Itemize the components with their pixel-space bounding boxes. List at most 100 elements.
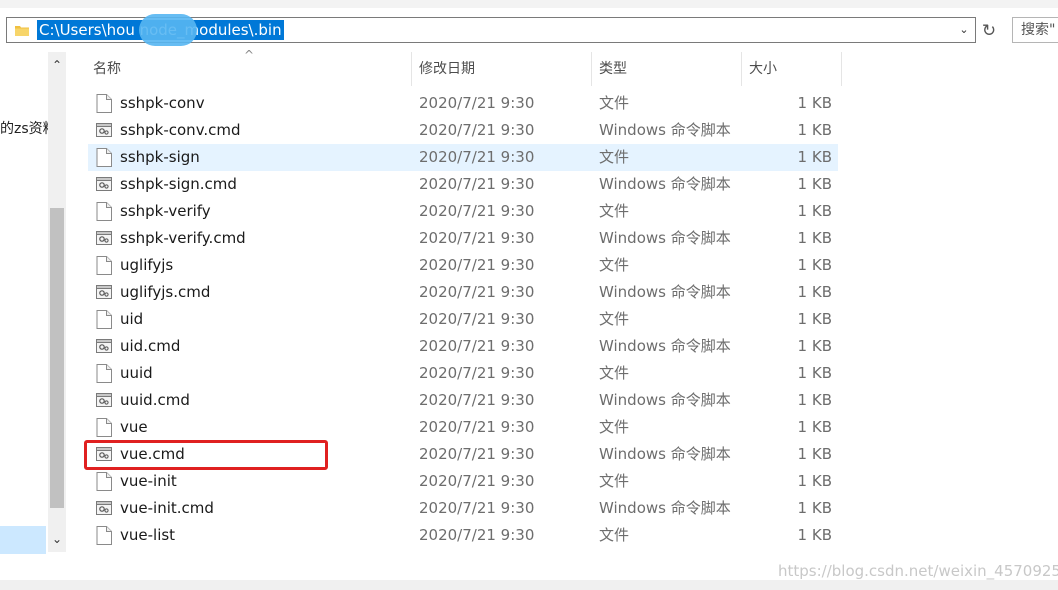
file-type: 文件 — [599, 94, 630, 112]
file-icon — [96, 364, 112, 383]
cmd-script-icon — [96, 337, 112, 356]
file-type: Windows 命令脚本 — [599, 391, 731, 409]
folder-icon — [15, 26, 29, 36]
file-row[interactable]: uuid 2020/7/21 9:30 文件 1 KB — [88, 360, 838, 387]
file-date: 2020/7/21 9:30 — [419, 202, 535, 220]
file-name[interactable]: sshpk-conv.cmd — [120, 117, 241, 144]
file-date: 2020/7/21 9:30 — [419, 256, 535, 274]
file-type: Windows 命令脚本 — [599, 499, 731, 517]
file-row[interactable]: sshpk-sign.cmd 2020/7/21 9:30 Windows 命令脚本… — [88, 171, 838, 198]
file-row[interactable]: vue-list 2020/7/21 9:30 文件 1 KB — [88, 522, 838, 549]
file-type: Windows 命令脚本 — [599, 229, 731, 247]
file-row[interactable]: vue-init 2020/7/21 9:30 文件 1 KB — [88, 468, 838, 495]
file-name[interactable]: sshpk-sign — [120, 144, 200, 171]
file-list: sshpk-conv 2020/7/21 9:30 文件 1 KB sshpk-conv… — [88, 90, 838, 549]
file-type: 文件 — [599, 202, 630, 220]
redaction-smudge — [139, 14, 197, 46]
ribbon-strip — [0, 0, 1058, 8]
file-row[interactable]: uglifyjs 2020/7/21 9:30 文件 1 KB — [88, 252, 838, 279]
address-bar[interactable]: C:\Users\hou node_modules\.bin ⌄ — [6, 14, 976, 46]
file-row[interactable]: uuid.cmd 2020/7/21 9:30 Windows 命令脚本 1 KB — [88, 387, 838, 414]
file-type: 文件 — [599, 472, 630, 490]
file-name[interactable]: uglifyjs.cmd — [120, 279, 210, 306]
file-name[interactable]: sshpk-conv — [120, 90, 205, 117]
file-type: Windows 命令脚本 — [599, 175, 731, 193]
file-name[interactable]: uid — [120, 306, 143, 333]
cmd-script-icon — [96, 391, 112, 410]
column-header-size[interactable]: 大小 — [740, 52, 840, 86]
file-type: 文件 — [599, 256, 630, 274]
file-date: 2020/7/21 9:30 — [419, 391, 535, 409]
file-name[interactable]: uid.cmd — [120, 333, 180, 360]
search-input[interactable]: 搜索" — [1012, 17, 1058, 43]
file-date: 2020/7/21 9:30 — [419, 445, 535, 463]
file-row[interactable]: vue 2020/7/21 9:30 文件 1 KB — [88, 414, 838, 441]
file-size: 1 KB — [797, 121, 832, 139]
file-size: 1 KB — [797, 445, 832, 463]
file-row[interactable]: sshpk-verify.cmd 2020/7/21 9:30 Windows 命令… — [88, 225, 838, 252]
column-header-name[interactable]: 名称 — [84, 52, 411, 86]
file-name[interactable]: sshpk-verify — [120, 198, 211, 225]
column-header-type[interactable]: 类型 — [590, 52, 740, 86]
file-row[interactable]: uid 2020/7/21 9:30 文件 1 KB — [88, 306, 838, 333]
file-size: 1 KB — [797, 94, 832, 112]
file-size: 1 KB — [797, 364, 832, 382]
file-date: 2020/7/21 9:30 — [419, 472, 535, 490]
file-icon — [96, 256, 112, 275]
file-date: 2020/7/21 9:30 — [419, 175, 535, 193]
file-date: 2020/7/21 9:30 — [419, 148, 535, 166]
column-divider[interactable] — [841, 52, 842, 86]
file-name[interactable]: uglifyjs — [120, 252, 173, 279]
file-row[interactable]: uid.cmd 2020/7/21 9:30 Windows 命令脚本 1 KB — [88, 333, 838, 360]
refresh-icon[interactable]: ↻ — [978, 20, 1000, 42]
cmd-script-icon — [96, 229, 112, 248]
file-name[interactable]: uuid — [120, 360, 153, 387]
file-date: 2020/7/21 9:30 — [419, 121, 535, 139]
file-icon — [96, 148, 112, 167]
file-date: 2020/7/21 9:30 — [419, 94, 535, 112]
file-type: 文件 — [599, 148, 630, 166]
file-row[interactable]: sshpk-conv.cmd 2020/7/21 9:30 Windows 命令脚本… — [88, 117, 838, 144]
file-name[interactable]: vue-init — [120, 468, 177, 495]
file-name[interactable]: vue-init.cmd — [120, 495, 214, 522]
file-name[interactable]: sshpk-sign.cmd — [120, 171, 237, 198]
watermark: https://blog.csdn.net/weixin_45709255 — [778, 562, 1058, 580]
nav-selected-item[interactable] — [0, 526, 46, 554]
file-name[interactable]: vue-list — [120, 522, 175, 549]
cmd-script-icon — [96, 121, 112, 140]
file-icon — [96, 94, 112, 113]
file-date: 2020/7/21 9:30 — [419, 337, 535, 355]
scroll-down-icon[interactable]: ⌄ — [48, 530, 66, 548]
file-type: Windows 命令脚本 — [599, 121, 731, 139]
file-row[interactable]: sshpk-verify 2020/7/21 9:30 文件 1 KB — [88, 198, 838, 225]
file-row[interactable]: sshpk-sign 2020/7/21 9:30 文件 1 KB — [88, 144, 838, 171]
file-type: Windows 命令脚本 — [599, 445, 731, 463]
file-icon — [96, 526, 112, 545]
scroll-up-icon[interactable]: ⌃ — [48, 56, 66, 74]
horizontal-scrollbar[interactable] — [0, 580, 1058, 590]
file-date: 2020/7/21 9:30 — [419, 283, 535, 301]
file-size: 1 KB — [797, 472, 832, 490]
chevron-down-icon[interactable]: ⌄ — [957, 22, 971, 38]
file-icon — [96, 418, 112, 437]
red-highlight-box — [84, 440, 328, 470]
cmd-script-icon — [96, 283, 112, 302]
file-date: 2020/7/21 9:30 — [419, 364, 535, 382]
address-row: C:\Users\hou node_modules\.bin ⌄ ↻ 搜索" — [0, 14, 1058, 48]
file-name[interactable]: vue — [120, 414, 148, 441]
file-size: 1 KB — [797, 499, 832, 517]
scrollbar-thumb[interactable] — [50, 208, 64, 508]
file-type: Windows 命令脚本 — [599, 337, 731, 355]
cmd-script-icon — [96, 175, 112, 194]
file-name[interactable]: uuid.cmd — [120, 387, 190, 414]
column-header-date[interactable]: 修改日期 — [410, 52, 590, 86]
file-date: 2020/7/21 9:30 — [419, 229, 535, 247]
file-row[interactable]: vue-init.cmd 2020/7/21 9:30 Windows 命令脚本 1 … — [88, 495, 838, 522]
file-name[interactable]: sshpk-verify.cmd — [120, 225, 246, 252]
file-type: 文件 — [599, 526, 630, 544]
file-size: 1 KB — [797, 202, 832, 220]
file-size: 1 KB — [797, 229, 832, 247]
file-size: 1 KB — [797, 391, 832, 409]
file-row[interactable]: uglifyjs.cmd 2020/7/21 9:30 Windows 命令脚本 1 … — [88, 279, 838, 306]
file-row[interactable]: sshpk-conv 2020/7/21 9:30 文件 1 KB — [88, 90, 838, 117]
